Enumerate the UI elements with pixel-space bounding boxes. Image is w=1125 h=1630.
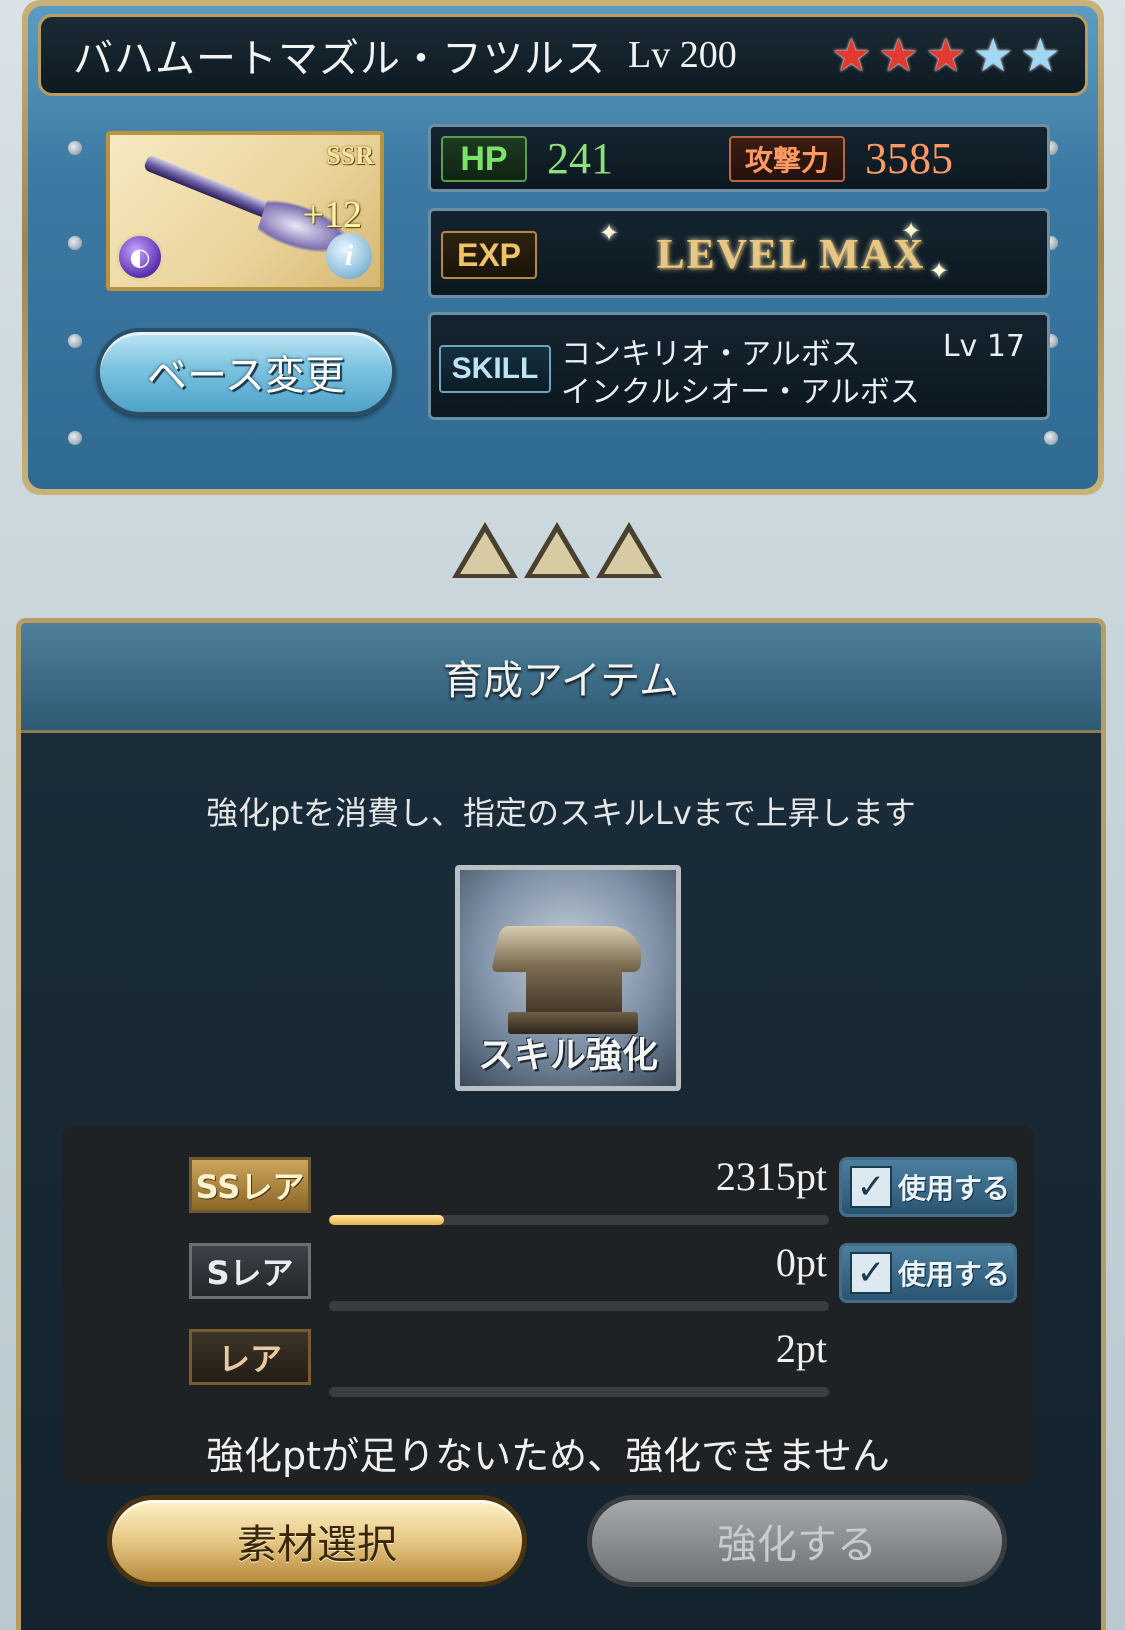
star-filled-icon: ★ <box>830 28 872 82</box>
weapon-card-body: バハムートマズル・フツルス Lv 200 ★ ★ ★ ★ ★ SSR +12 ◐… <box>28 6 1098 489</box>
rivet-icon <box>68 141 82 155</box>
rarity-tag-s: Sレア <box>189 1243 311 1299</box>
anvil-icon <box>491 926 649 972</box>
points-value: 2pt <box>775 1326 827 1371</box>
panel-header: 育成アイテム <box>21 623 1101 733</box>
insufficient-points-warning: 強化ptが足りないため、強化できません <box>206 1434 890 1478</box>
arrow-up-icon <box>596 522 662 582</box>
check-icon: ✓ <box>850 1252 892 1294</box>
arrow-up-icon <box>452 522 518 582</box>
exp-box: EXP ✦ ✦ ✦ LEVEL MAX <box>428 208 1050 298</box>
weapon-title-bar: バハムートマズル・フツルス Lv 200 ★ ★ ★ ★ ★ <box>38 14 1088 96</box>
rivet-icon <box>68 236 82 250</box>
atk-label: 攻撃力 <box>729 136 845 182</box>
hp-label: HP <box>441 136 527 182</box>
upgrade-arrows <box>452 522 662 582</box>
rarity-badge: SSR <box>326 141 374 170</box>
points-row-s: Sレア 0pt ✓ 使用する <box>61 1239 1035 1323</box>
points-row-ss: SSレア 2315pt ✓ 使用する <box>61 1153 1035 1237</box>
points-bar <box>329 1301 829 1311</box>
points-row-r: レア 2pt <box>61 1325 1035 1409</box>
weapon-card: バハムートマズル・フツルス Lv 200 ★ ★ ★ ★ ★ SSR +12 ◐… <box>22 0 1104 495</box>
exp-label: EXP <box>441 231 537 279</box>
star-empty-icon: ★ <box>1019 28 1061 82</box>
skill-box: SKILL コンキリオ・アルボス インクルシオー・アルボス Lv 17 <box>428 312 1050 420</box>
points-value: 0pt <box>775 1240 827 1285</box>
rarity-tag-r: レア <box>189 1329 311 1385</box>
enhance-button[interactable]: 強化する <box>587 1495 1007 1587</box>
level-max-status: LEVEL MAX <box>656 232 926 278</box>
points-bar <box>329 1387 829 1397</box>
atk-value: 3585 <box>865 134 953 183</box>
use-toggle-ss[interactable]: ✓ 使用する <box>839 1157 1017 1217</box>
training-item-panel: 育成アイテム 強化ptを消費し、指定のスキルLvまで上昇します スキル強化 SS… <box>16 618 1106 1630</box>
select-material-button[interactable]: 素材選択 <box>107 1495 527 1587</box>
skill-label: SKILL <box>439 345 551 393</box>
stats-box: HP 241 攻撃力 3585 <box>428 124 1050 192</box>
rivet-icon <box>68 431 82 445</box>
points-area: SSレア 2315pt ✓ 使用する Sレア 0pt ✓ 使用する レア 2pt <box>61 1125 1035 1485</box>
arrow-up-icon <box>524 522 590 582</box>
item-label: スキル強化 <box>477 1035 658 1076</box>
use-toggle-s[interactable]: ✓ 使用する <box>839 1243 1017 1303</box>
base-change-button[interactable]: ベース変更 <box>96 328 396 416</box>
plus-value: +12 <box>302 194 362 236</box>
anvil-body <box>526 968 622 1018</box>
points-bar <box>329 1215 829 1225</box>
skill-level: Lv 17 <box>942 329 1025 364</box>
use-label: 使用する <box>898 1258 1011 1291</box>
check-icon: ✓ <box>850 1166 892 1208</box>
info-icon[interactable]: i <box>326 233 372 279</box>
star-filled-icon: ★ <box>878 28 920 82</box>
use-label: 使用する <box>898 1172 1011 1205</box>
skill-enhance-item[interactable]: スキル強化 <box>455 865 681 1091</box>
rivet-icon <box>1044 431 1058 445</box>
dark-element-icon: ◐ <box>116 233 164 281</box>
star-empty-icon: ★ <box>972 28 1014 82</box>
rarity-tag-ss: SSレア <box>189 1157 311 1213</box>
skill-name-2: インクルシオー・アルボス <box>561 375 920 410</box>
star-filled-icon: ★ <box>925 28 967 82</box>
panel-description: 強化ptを消費し、指定のスキルLvまで上昇します <box>206 794 916 832</box>
points-value: 2315pt <box>715 1154 827 1199</box>
points-bar-fill <box>329 1215 444 1225</box>
panel-title: 育成アイテム <box>443 657 679 704</box>
weapon-level: Lv 200 <box>628 34 737 76</box>
rivet-icon <box>68 334 82 348</box>
weapon-name: バハムートマズル・フツルス <box>73 37 606 81</box>
hp-value: 241 <box>547 134 613 183</box>
weapon-thumbnail[interactable]: SSR +12 ◐ i <box>106 131 384 291</box>
star-rating: ★ ★ ★ ★ ★ <box>831 32 1061 78</box>
